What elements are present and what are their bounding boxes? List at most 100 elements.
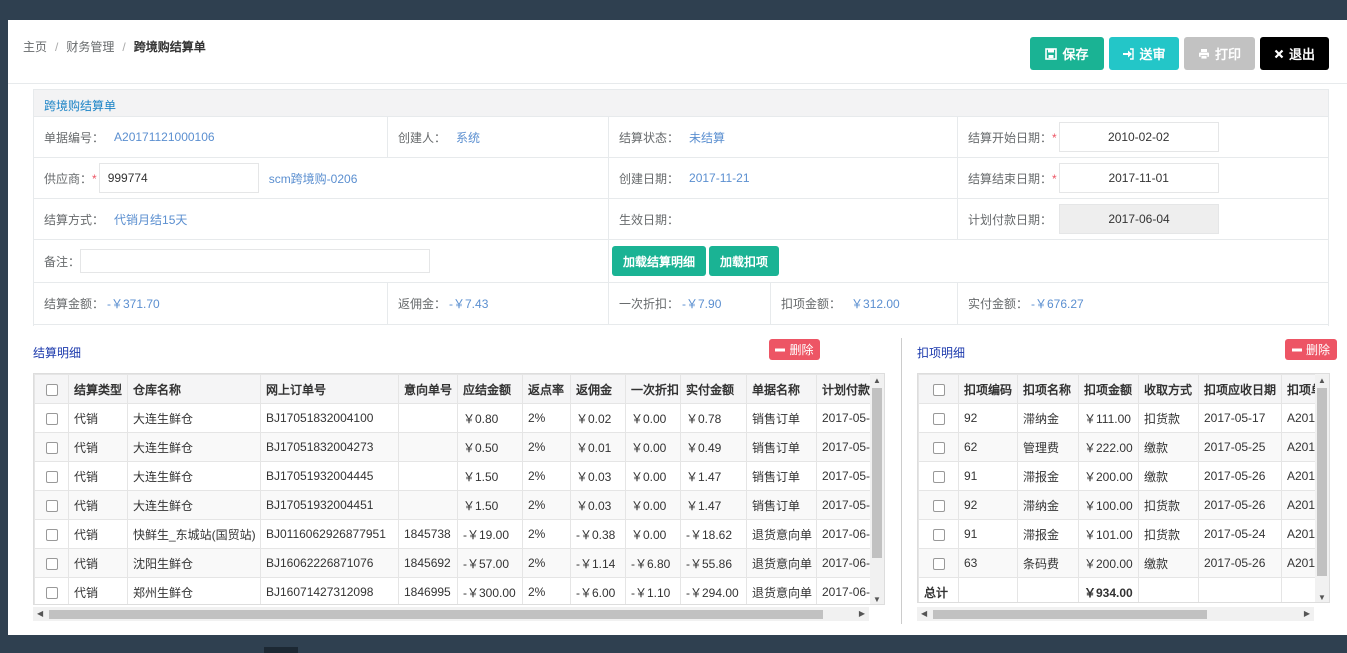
column-header[interactable]: 扣项名称 — [1017, 374, 1079, 404]
detail-header-row: 结算类型 仓库名称 网上订单号 意向单号 应结金额 返点率 返佣金 一次折扣 实… — [34, 374, 884, 404]
table-cell: 代销 — [68, 519, 128, 549]
status-value: 未结算 — [689, 130, 726, 145]
table-cell: 滞报金 — [1017, 461, 1079, 491]
table-cell: 92 — [958, 490, 1018, 520]
column-header[interactable]: 网上订单号 — [260, 374, 399, 404]
row-checkbox[interactable] — [34, 403, 69, 433]
row-checkbox[interactable] — [34, 490, 69, 520]
column-header[interactable]: 扣项应收日期 — [1198, 374, 1282, 404]
table-row[interactable]: 92 滞纳金 ￥111.00 扣货款 2017-05-17 A201 — [918, 403, 1329, 433]
table-row[interactable]: 代销 大连生鲜仓 BJ17051932004445 ￥1.50 2% ￥0.03 ￥0.00… — [34, 461, 884, 491]
column-header[interactable]: 应结金额 — [457, 374, 523, 404]
table-cell: -￥6.00 — [570, 577, 626, 604]
table-row[interactable]: 代销 大连生鲜仓 BJ17051932004451 ￥1.50 2% ￥0.03 ￥0.00… — [34, 490, 884, 520]
table-cell: ￥0.03 — [570, 461, 626, 491]
table-cell: -￥300.00 — [457, 577, 523, 604]
table-cell: 缴款 — [1138, 548, 1199, 578]
table-cell: 扣货款 — [1138, 490, 1199, 520]
settle-amt-value: -￥371.70 — [107, 297, 160, 311]
doc-no-label: 单据编号： — [44, 130, 105, 145]
row-checkbox[interactable] — [34, 519, 69, 549]
table-row[interactable]: 62 管理费 ￥222.00 缴款 2017-05-25 A201 — [918, 432, 1329, 462]
table-row[interactable]: 91 滞报金 ￥200.00 缴款 2017-05-26 A201 — [918, 461, 1329, 491]
table-cell: 2% — [522, 548, 571, 578]
table-row[interactable]: 63 条码费 ￥200.00 缴款 2017-05-26 A201 — [918, 548, 1329, 578]
column-header[interactable]: 单据名称 — [746, 374, 817, 404]
form-row: 单据编号： A20171121000106 创建人： 系统 结算状态： 未结算 … — [34, 117, 1328, 158]
save-button[interactable]: 保存 — [1030, 37, 1104, 70]
row-checkbox[interactable] — [34, 577, 69, 604]
end-date-label: 结算结束日期：* — [968, 171, 1057, 186]
deduct-delete-button[interactable]: 删除 — [1285, 339, 1337, 360]
table-cell: 代销 — [68, 461, 128, 491]
table-cell: 2017-05-24 — [1198, 519, 1282, 549]
column-header[interactable]: 返佣金 — [570, 374, 626, 404]
print-button[interactable]: 打印 — [1184, 37, 1255, 70]
form-row: 结算金额： -￥371.70 返佣金： -￥7.43 一次折扣： -￥7.90 … — [34, 283, 1328, 325]
table-cell: -￥0.38 — [570, 519, 626, 549]
table-cell: 扣货款 — [1138, 519, 1199, 549]
column-header[interactable]: 结算类型 — [68, 374, 128, 404]
start-date-input[interactable]: 2010-02-02 — [1058, 122, 1219, 152]
table-cell: 2% — [522, 403, 571, 433]
table-cell: ￥0.00 — [625, 403, 681, 433]
table-cell: ￥1.47 — [680, 461, 747, 491]
start-date-cell: 结算开始日期：* 2010-02-02 — [957, 117, 1328, 157]
remark-input[interactable] — [80, 249, 431, 273]
table-row[interactable]: 代销 沈阳生鲜仓 BJ16062226871076 1845692 -￥57.00 2% -… — [34, 548, 884, 578]
table-cell: 2017-05-26 — [1198, 548, 1282, 578]
table-cell: ￥1.47 — [680, 490, 747, 520]
table-row[interactable]: 代销 郑州生鲜仓 BJ16071427312098 1846995 -￥300.00 2%… — [34, 577, 884, 604]
column-header[interactable]: 一次折扣 — [625, 374, 681, 404]
row-checkbox[interactable] — [918, 432, 959, 462]
table-row[interactable]: 代销 大连生鲜仓 BJ17051832004100 ￥0.80 2% ￥0.02 ￥0.00… — [34, 403, 884, 433]
load-detail-button[interactable]: 加载结算明细 — [612, 246, 706, 276]
column-header[interactable]: 收取方式 — [1138, 374, 1199, 404]
column-header[interactable]: 返点率 — [522, 374, 571, 404]
column-header[interactable]: 意向单号 — [398, 374, 458, 404]
table-row[interactable]: 代销 大连生鲜仓 BJ17051832004273 ￥0.50 2% ￥0.01 ￥0.00… — [34, 432, 884, 462]
select-all-checkbox[interactable] — [918, 374, 959, 404]
column-header[interactable]: 扣项编码 — [958, 374, 1018, 404]
row-checkbox[interactable] — [918, 461, 959, 491]
form-row: 备注： 加载结算明细 加载扣项 — [34, 240, 1328, 283]
table-row[interactable]: 92 滞纳金 ￥100.00 扣货款 2017-05-26 A201 — [918, 490, 1329, 520]
breadcrumb-finance[interactable]: 财务管理 — [66, 40, 114, 54]
submit-button[interactable]: 送审 — [1109, 37, 1179, 70]
column-header[interactable]: 仓库名称 — [127, 374, 261, 404]
supplier-input[interactable]: 999774 — [98, 163, 259, 193]
column-header[interactable]: 实付金额 — [680, 374, 747, 404]
detail-delete-button[interactable]: 删除 — [769, 339, 820, 360]
table-cell: 扣货款 — [1138, 403, 1199, 433]
creator-value: 系统 — [456, 130, 481, 145]
deduct-vertical-scrollbar[interactable]: ▲ ▼ — [1315, 374, 1329, 602]
exit-button[interactable]: 退出 — [1260, 37, 1329, 70]
row-checkbox[interactable] — [918, 519, 959, 549]
table-cell: 2% — [522, 461, 571, 491]
created-value: 2017-11-21 — [689, 171, 750, 185]
end-date-input[interactable]: 2017-11-01 — [1058, 163, 1219, 193]
row-checkbox[interactable] — [34, 432, 69, 462]
detail-vertical-scrollbar[interactable]: ▲ ▼ — [870, 374, 884, 604]
row-checkbox[interactable] — [918, 548, 959, 578]
breadcrumb-home[interactable]: 主页 — [23, 40, 47, 54]
deduct-cell: 扣项金额： ￥312.00 — [770, 283, 957, 324]
table-row[interactable]: 91 滞报金 ￥101.00 扣货款 2017-05-24 A201 — [918, 519, 1329, 549]
end-date-cell: 结算结束日期：* 2017-11-01 — [957, 158, 1328, 198]
deduct-value: ￥312.00 — [851, 297, 900, 311]
column-header[interactable]: 扣项金额 — [1078, 374, 1139, 404]
created-cell: 创建日期： 2017-11-21 — [608, 158, 957, 198]
table-cell — [1198, 577, 1282, 602]
row-checkbox[interactable] — [34, 548, 69, 578]
table-row[interactable]: 代销 快鲜生_东城站(国贸站) BJ0116062926877951 1845738-… — [34, 519, 884, 549]
select-all-checkbox[interactable] — [34, 374, 69, 404]
table-cell: -￥57.00 — [457, 548, 523, 578]
row-checkbox[interactable] — [918, 403, 959, 433]
detail-horizontal-scrollbar[interactable]: ◀ ▶ — [33, 607, 869, 621]
table-cell: 退货意向单 — [746, 519, 817, 549]
row-checkbox[interactable] — [34, 461, 69, 491]
row-checkbox[interactable] — [918, 490, 959, 520]
load-deduct-button[interactable]: 加载扣项 — [709, 246, 779, 276]
supplier-name: scm跨境购-0206 — [268, 171, 358, 186]
deduct-horizontal-scrollbar[interactable]: ◀ ▶ — [917, 607, 1314, 621]
